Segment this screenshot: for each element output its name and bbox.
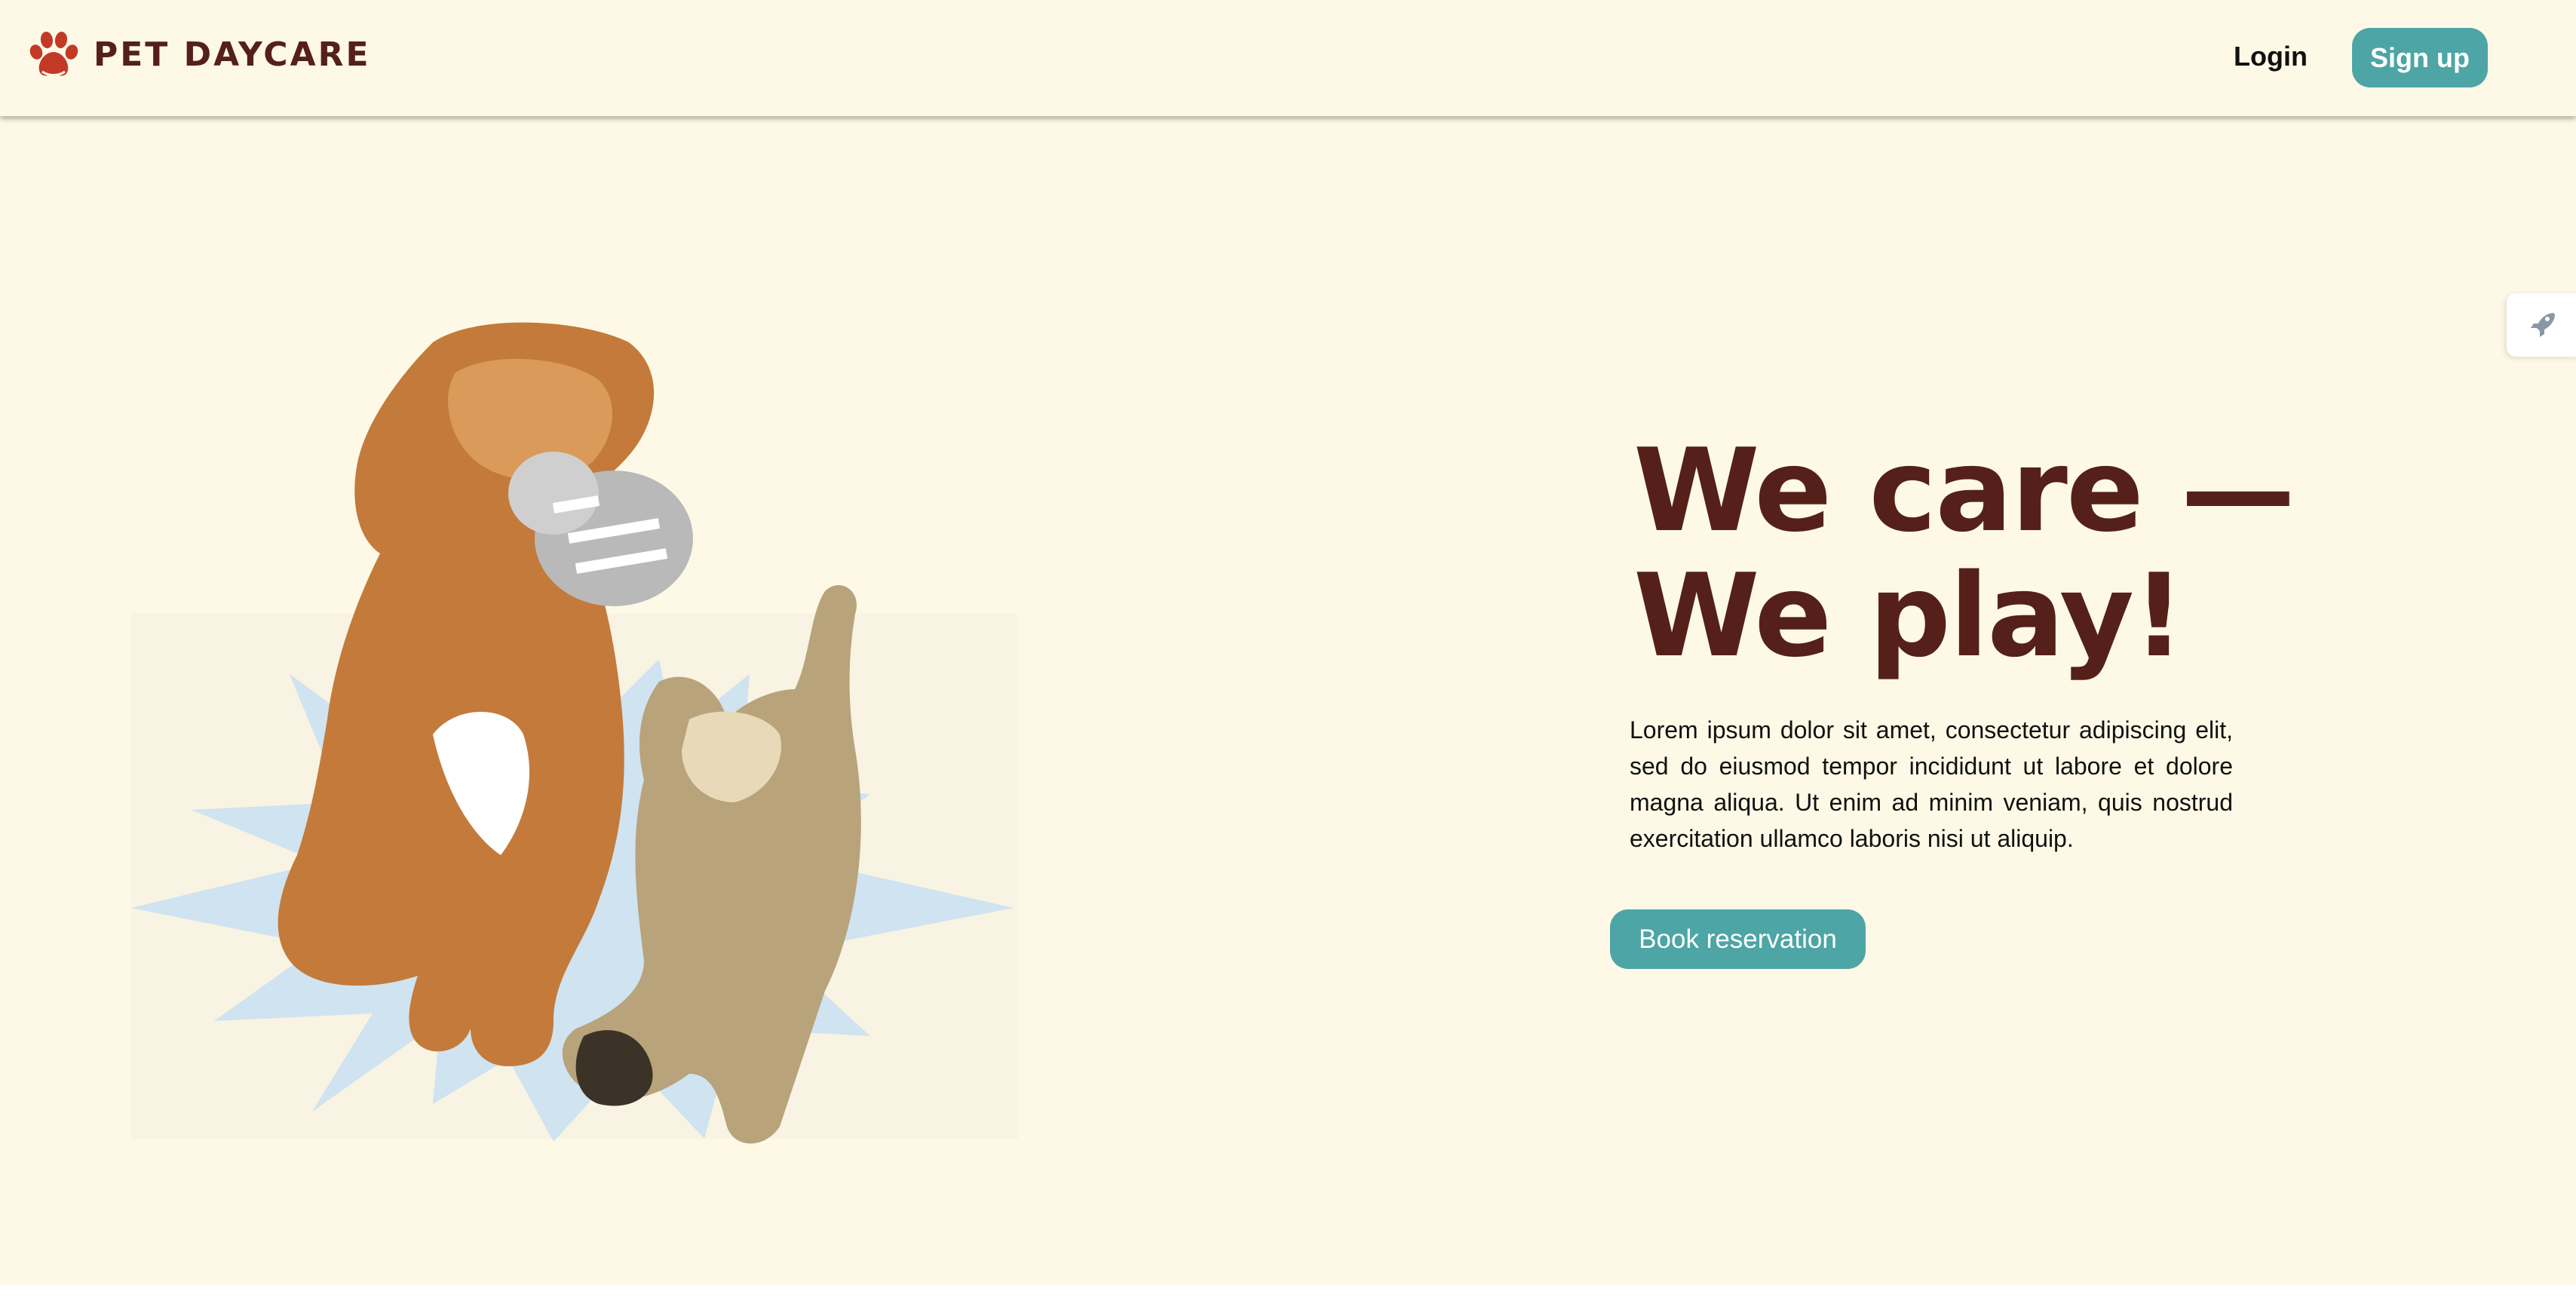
hero-illustration — [131, 312, 1018, 1161]
page: PET DAYCARE Login Sign up We care — We p… — [0, 0, 2576, 1285]
floating-side-widget[interactable] — [2507, 293, 2576, 357]
rocket-icon — [2531, 313, 2555, 337]
brand-logo[interactable]: PET DAYCARE — [26, 27, 371, 81]
brand-name: PET DAYCARE — [94, 35, 371, 74]
book-reservation-button[interactable]: Book reservation — [1610, 909, 1866, 969]
hero-title-line-1: We care — — [1633, 424, 2295, 557]
signup-button[interactable]: Sign up — [2352, 28, 2488, 87]
paw-icon — [29, 32, 78, 76]
login-link[interactable]: Login — [2234, 41, 2308, 72]
site-header: PET DAYCARE Login Sign up — [0, 0, 2576, 116]
hero-title-line-2: We play! — [1633, 549, 2185, 682]
hero-description: Lorem ipsum dolor sit amet, consectetur … — [1630, 716, 2233, 852]
hero-title: We care — We play! — [1633, 428, 2387, 679]
dog-and-cat-image — [131, 322, 1018, 1144]
